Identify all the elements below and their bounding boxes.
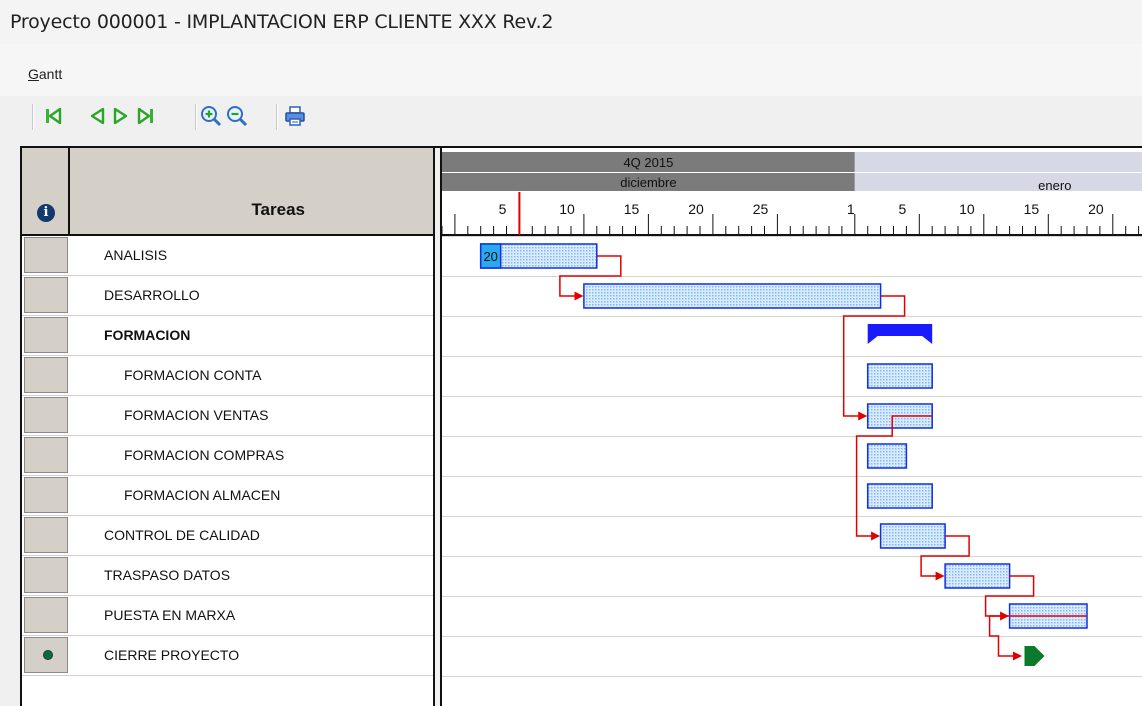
row-indicator-cell[interactable] — [24, 517, 68, 553]
print-button[interactable] — [283, 104, 307, 128]
window-title: Proyecto 000001 - IMPLANTACION ERP CLIEN… — [10, 11, 554, 33]
task-name: ANALISIS — [104, 247, 168, 263]
task-row[interactable]: TRASPASO DATOS — [22, 556, 433, 596]
task-row[interactable]: ANALISIS — [22, 236, 433, 276]
zoom-in-icon — [201, 106, 222, 127]
task-row[interactable]: DESARROLLO — [22, 276, 433, 316]
month-label: enero — [1038, 178, 1071, 193]
task-name: PUESTA EN MARXA — [104, 607, 236, 623]
task-name: TRASPASO DATOS — [104, 567, 231, 583]
next-icon — [113, 107, 128, 125]
row-indicator-cell[interactable] — [24, 237, 68, 273]
row-indicator-cell[interactable] — [24, 557, 68, 593]
pane-splitter[interactable] — [433, 148, 442, 706]
print-icon — [285, 106, 305, 126]
menu-gantt[interactable]: Gantt — [28, 66, 62, 82]
previous-icon — [90, 107, 105, 125]
day-tick-label: 10 — [959, 201, 975, 217]
gantt-chart-canvas: 4Q 2015diciembreenero5101520251510152022… — [442, 152, 1142, 677]
task-row[interactable]: CIERRE PROYECTO — [22, 636, 433, 676]
day-tick-label: 20 — [688, 201, 704, 217]
task-row[interactable]: FORMACION CONTA — [22, 356, 433, 396]
toolbar-separator — [276, 104, 278, 130]
month-label: diciembre — [620, 175, 676, 190]
first-button[interactable] — [41, 104, 65, 128]
task-name: FORMACION VENTAS — [124, 407, 269, 423]
task-name: DESARROLLO — [104, 287, 200, 303]
task-bar[interactable] — [879, 523, 946, 549]
task-row[interactable]: PUESTA EN MARXA — [22, 596, 433, 636]
row-indicator-cell[interactable] — [24, 357, 68, 393]
task-grid: i Tareas ANALISIS DESARROLLO FORMACION FORM… — [22, 148, 433, 706]
milestone-marker[interactable] — [1024, 646, 1045, 666]
row-indicator-cell[interactable] — [24, 437, 68, 473]
task-row[interactable]: CONTROL DE CALIDAD — [22, 516, 433, 556]
menu-gantt-label: antt — [38, 66, 63, 82]
toolbar — [0, 96, 1142, 146]
toolbar-separator — [32, 104, 34, 130]
task-row[interactable]: FORMACION VENTAS — [22, 396, 433, 436]
task-name: FORMACION CONTA — [124, 367, 262, 383]
row-indicator-cell[interactable] — [24, 637, 68, 673]
tasks-column-header[interactable]: Tareas — [70, 148, 433, 236]
day-tick-label: 5 — [899, 201, 907, 217]
info-icon: i — [37, 204, 55, 222]
row-indicator-cell[interactable] — [24, 477, 68, 513]
last-icon — [137, 107, 153, 125]
previous-button[interactable] — [85, 104, 109, 128]
gantt-chart[interactable]: 4Q 2015diciembreenero5101520251510152022… — [442, 148, 1142, 706]
toolbar-separator — [195, 104, 197, 130]
tasks-column-title: Tareas — [251, 200, 305, 219]
task-row[interactable]: FORMACION ALMACEN — [22, 476, 433, 516]
day-tick-label: 20 — [1088, 201, 1104, 217]
menu-gantt-mnemonic: G — [28, 66, 39, 82]
title-bar: Proyecto 000001 - IMPLANTACION ERP CLIEN… — [0, 0, 1142, 45]
row-indicator-cell[interactable] — [24, 397, 68, 433]
progress-label: 20 — [483, 249, 497, 264]
day-tick-label: 15 — [1024, 201, 1040, 217]
row-indicator-cell[interactable] — [24, 317, 68, 353]
gantt-view: i Tareas ANALISIS DESARROLLO FORMACION FORM… — [20, 146, 1142, 706]
summary-bar[interactable] — [867, 324, 933, 344]
quarter-band-next — [854, 152, 1142, 172]
first-icon — [46, 107, 62, 125]
task-name: FORMACION ALMACEN — [124, 487, 281, 503]
task-bar[interactable] — [866, 363, 933, 389]
task-bar[interactable] — [944, 563, 1011, 589]
day-tick-label: 25 — [753, 201, 769, 217]
next-button[interactable] — [109, 104, 133, 128]
task-bar[interactable] — [866, 483, 933, 509]
day-tick-label: 10 — [559, 201, 575, 217]
day-tick-label: 5 — [499, 201, 507, 217]
task-name: CIERRE PROYECTO — [104, 647, 240, 663]
quarter-label: 4Q 2015 — [623, 155, 673, 170]
day-tick-label: 15 — [624, 201, 640, 217]
zoom-out-icon — [227, 106, 248, 127]
last-button[interactable] — [134, 104, 158, 128]
status-dot-icon — [43, 650, 53, 660]
month-band-january — [854, 173, 1142, 191]
task-bar[interactable] — [583, 283, 882, 309]
day-tick-label: 1 — [847, 201, 855, 217]
task-row[interactable]: FORMACION — [22, 316, 433, 356]
zoom-out-button[interactable] — [225, 104, 249, 128]
task-name: CONTROL DE CALIDAD — [104, 527, 260, 543]
task-row[interactable]: FORMACION COMPRAS — [22, 436, 433, 476]
row-indicator-cell[interactable] — [24, 277, 68, 313]
task-name: FORMACION — [104, 327, 191, 343]
info-column-header[interactable]: i — [22, 148, 70, 236]
task-bar[interactable] — [866, 443, 908, 469]
task-name: FORMACION COMPRAS — [124, 447, 285, 463]
zoom-in-button[interactable] — [199, 104, 223, 128]
row-indicator-cell[interactable] — [24, 597, 68, 633]
menu-bar: Gantt — [0, 44, 1142, 97]
